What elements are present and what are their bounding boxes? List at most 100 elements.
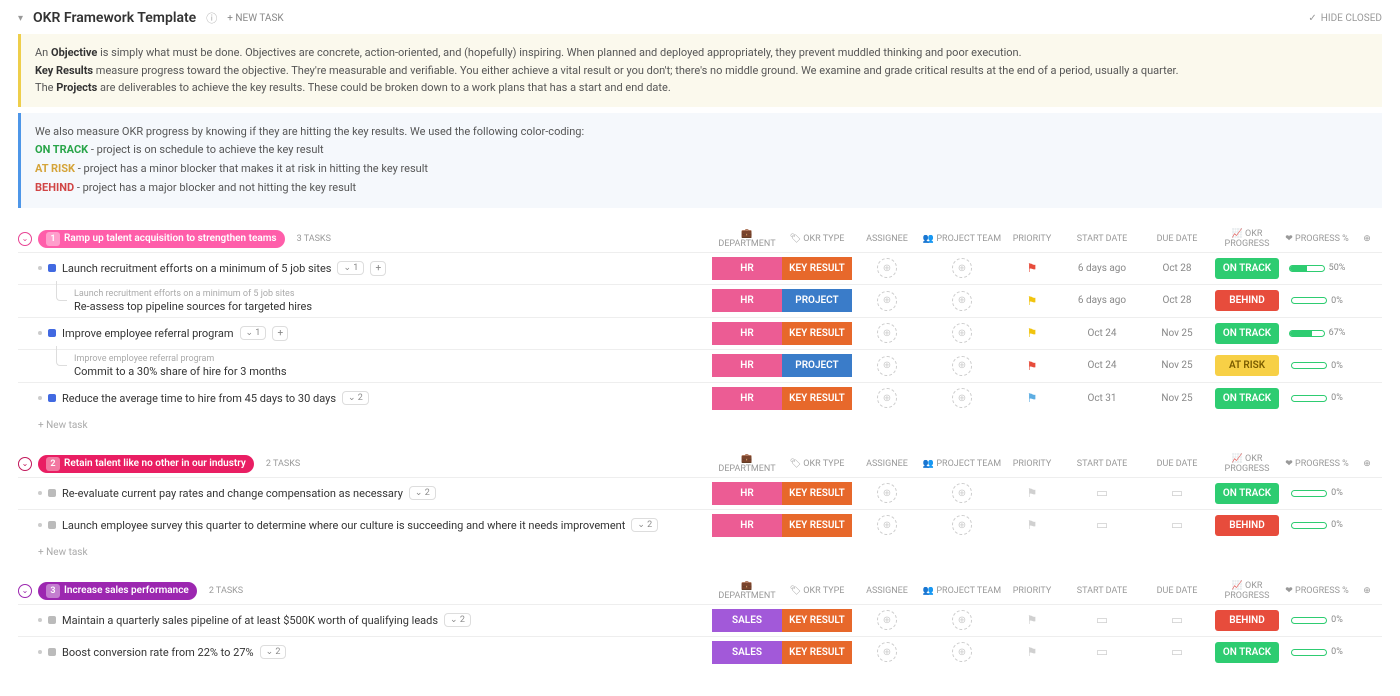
add-column-icon[interactable]: ⊕ — [1352, 586, 1382, 596]
due-date-cell[interactable]: Oct 28 — [1142, 263, 1212, 274]
team-placeholder-icon[interactable]: ⊕ — [952, 642, 972, 662]
subtask-count-badge[interactable]: ⌄ 1 — [240, 326, 267, 340]
calendar-icon[interactable]: ▭ — [1096, 486, 1108, 501]
new-task-button[interactable]: + NEW TASK — [227, 13, 283, 24]
department-badge[interactable]: HR — [712, 354, 782, 377]
drag-handle-icon[interactable] — [38, 523, 42, 527]
task-row[interactable]: Launch recruitment efforts on a minimum … — [18, 261, 712, 276]
department-badge[interactable]: HR — [712, 257, 782, 280]
okr-progress-badge[interactable]: ON TRACK — [1215, 258, 1279, 279]
okr-type-badge[interactable]: KEY RESULT — [782, 387, 852, 410]
okr-progress-badge[interactable]: ON TRACK — [1215, 642, 1279, 663]
assignee-placeholder-icon[interactable]: ⊕ — [877, 483, 897, 503]
calendar-icon[interactable]: ▭ — [1171, 645, 1183, 660]
okr-type-badge[interactable]: PROJECT — [782, 354, 852, 377]
collapse-caret-icon[interactable]: ▾ — [18, 13, 23, 24]
priority-flag-icon[interactable]: ⚑ — [1027, 294, 1038, 308]
start-date-cell[interactable]: ▭ — [1062, 486, 1142, 501]
team-placeholder-icon[interactable]: ⊕ — [952, 258, 972, 278]
due-date-cell[interactable]: ▭ — [1142, 613, 1212, 628]
calendar-icon[interactable]: ▭ — [1096, 518, 1108, 533]
priority-flag-icon[interactable]: ⚑ — [1027, 486, 1038, 500]
objective-pill[interactable]: 2 Retain talent like no other in our ind… — [38, 455, 254, 473]
team-placeholder-icon[interactable]: ⊕ — [952, 291, 972, 311]
okr-progress-badge[interactable]: BEHIND — [1215, 290, 1279, 311]
start-date-cell[interactable]: ▭ — [1062, 518, 1142, 533]
add-column-icon[interactable]: ⊕ — [1352, 234, 1382, 244]
priority-flag-icon[interactable]: ⚑ — [1027, 613, 1038, 627]
assignee-placeholder-icon[interactable]: ⊕ — [877, 610, 897, 630]
okr-progress-badge[interactable]: AT RISK — [1215, 355, 1279, 376]
drag-handle-icon[interactable] — [38, 618, 42, 622]
new-task-row-button[interactable]: + New task — [18, 414, 1382, 437]
okr-type-badge[interactable]: KEY RESULT — [782, 482, 852, 505]
start-date-cell[interactable]: ▭ — [1062, 645, 1142, 660]
assignee-placeholder-icon[interactable]: ⊕ — [877, 323, 897, 343]
add-column-icon[interactable]: ⊕ — [1352, 459, 1382, 469]
priority-flag-icon[interactable]: ⚑ — [1027, 359, 1038, 373]
subtask-count-badge[interactable]: ⌄ 2 — [260, 645, 287, 659]
drag-handle-icon[interactable] — [38, 650, 42, 654]
assignee-placeholder-icon[interactable]: ⊕ — [877, 291, 897, 311]
start-date-cell[interactable]: Oct 24 — [1062, 328, 1142, 339]
progress-percent[interactable]: 0% — [1282, 393, 1352, 403]
okr-type-badge[interactable]: PROJECT — [782, 289, 852, 312]
progress-percent[interactable]: 0% — [1282, 520, 1352, 530]
department-badge[interactable]: HR — [712, 289, 782, 312]
progress-percent[interactable]: 50% — [1282, 263, 1352, 273]
priority-flag-icon[interactable]: ⚑ — [1027, 518, 1038, 532]
due-date-cell[interactable]: Nov 25 — [1142, 360, 1212, 371]
department-badge[interactable]: SALES — [712, 609, 782, 632]
department-badge[interactable]: HR — [712, 387, 782, 410]
task-row-subtask[interactable]: Improve employee referral program Commit… — [18, 354, 712, 378]
okr-type-badge[interactable]: KEY RESULT — [782, 514, 852, 537]
priority-flag-icon[interactable]: ⚑ — [1027, 391, 1038, 405]
team-placeholder-icon[interactable]: ⊕ — [952, 323, 972, 343]
subtask-count-badge[interactable]: ⌄ 2 — [444, 613, 471, 627]
task-row[interactable]: Boost conversion rate from 22% to 27% ⌄ … — [18, 645, 712, 659]
task-row[interactable]: Re-evaluate current pay rates and change… — [18, 486, 712, 500]
task-row[interactable]: Reduce the average time to hire from 45 … — [18, 391, 712, 405]
okr-progress-badge[interactable]: BEHIND — [1215, 610, 1279, 631]
info-icon[interactable]: ⓘ — [206, 10, 217, 26]
start-date-cell[interactable]: 6 days ago — [1062, 295, 1142, 306]
task-row-subtask[interactable]: Launch recruitment efforts on a minimum … — [18, 289, 712, 313]
department-badge[interactable]: HR — [712, 482, 782, 505]
section-toggle-icon[interactable]: ⌄ — [18, 232, 32, 246]
subtask-count-badge[interactable]: ⌄ 2 — [631, 518, 658, 532]
assignee-placeholder-icon[interactable]: ⊕ — [877, 258, 897, 278]
subtask-count-badge[interactable]: ⌄ 2 — [342, 391, 369, 405]
calendar-icon[interactable]: ▭ — [1171, 613, 1183, 628]
status-square-icon[interactable] — [48, 394, 56, 402]
status-square-icon[interactable] — [48, 616, 56, 624]
objective-pill[interactable]: 1 Ramp up talent acquisition to strength… — [38, 230, 285, 248]
status-square-icon[interactable] — [48, 521, 56, 529]
status-square-icon[interactable] — [48, 264, 56, 272]
start-date-cell[interactable]: Oct 31 — [1062, 393, 1142, 404]
department-badge[interactable]: HR — [712, 322, 782, 345]
okr-progress-badge[interactable]: ON TRACK — [1215, 388, 1279, 409]
drag-handle-icon[interactable] — [38, 396, 42, 400]
priority-flag-icon[interactable]: ⚑ — [1027, 261, 1038, 275]
task-row[interactable]: Launch employee survey this quarter to d… — [18, 518, 712, 532]
assignee-placeholder-icon[interactable]: ⊕ — [877, 515, 897, 535]
department-badge[interactable]: SALES — [712, 641, 782, 664]
section-toggle-icon[interactable]: ⌄ — [18, 457, 32, 471]
status-square-icon[interactable] — [48, 489, 56, 497]
start-date-cell[interactable]: ▭ — [1062, 613, 1142, 628]
due-date-cell[interactable]: ▭ — [1142, 486, 1212, 501]
drag-handle-icon[interactable] — [38, 491, 42, 495]
start-date-cell[interactable]: 6 days ago — [1062, 263, 1142, 274]
due-date-cell[interactable]: ▭ — [1142, 518, 1212, 533]
task-row[interactable]: Maintain a quarterly sales pipeline of a… — [18, 613, 712, 627]
team-placeholder-icon[interactable]: ⊕ — [952, 356, 972, 376]
okr-type-badge[interactable]: KEY RESULT — [782, 641, 852, 664]
team-placeholder-icon[interactable]: ⊕ — [952, 388, 972, 408]
okr-type-badge[interactable]: KEY RESULT — [782, 609, 852, 632]
okr-progress-badge[interactable]: BEHIND — [1215, 515, 1279, 536]
okr-type-badge[interactable]: KEY RESULT — [782, 257, 852, 280]
team-placeholder-icon[interactable]: ⊕ — [952, 515, 972, 535]
assignee-placeholder-icon[interactable]: ⊕ — [877, 388, 897, 408]
calendar-icon[interactable]: ▭ — [1171, 518, 1183, 533]
priority-flag-icon[interactable]: ⚑ — [1027, 326, 1038, 340]
